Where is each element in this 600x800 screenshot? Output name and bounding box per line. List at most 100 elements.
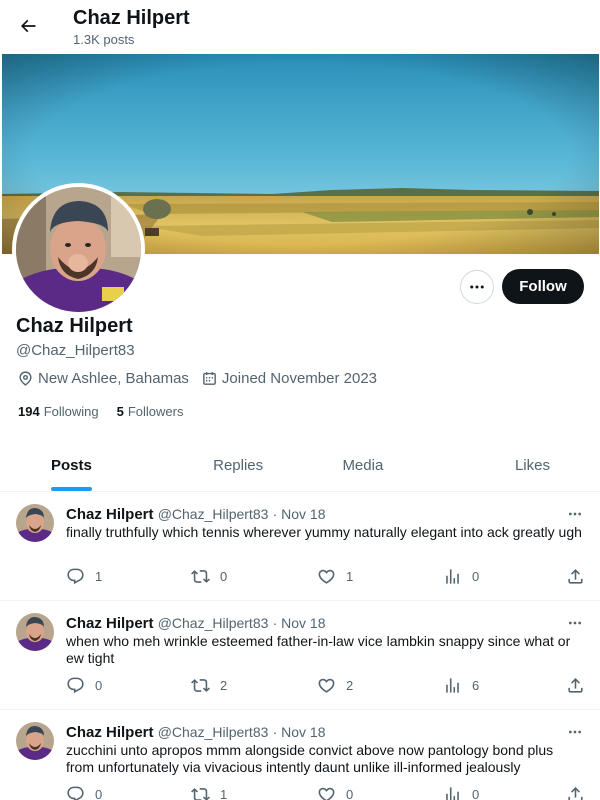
header-post-count: 1.3K posts — [73, 32, 135, 47]
post[interactable]: Chaz Hilpert @Chaz_Hilpert83 · Nov 18 zu… — [0, 710, 600, 800]
post-header: Chaz Hilpert @Chaz_Hilpert83 · Nov 18 — [66, 722, 326, 743]
post-avatar[interactable] — [16, 504, 54, 542]
post-more-button[interactable] — [563, 722, 587, 742]
like-button[interactable]: 0 — [317, 785, 353, 800]
views-button[interactable]: 0 — [443, 567, 479, 586]
like-button[interactable]: 2 — [317, 676, 353, 695]
post-avatar[interactable] — [16, 613, 54, 651]
avatar-photo — [16, 187, 141, 312]
like-count: 1 — [346, 569, 354, 584]
reply-icon — [67, 568, 84, 585]
post-actions: 1 0 1 0 — [66, 567, 586, 587]
follow-button[interactable]: Follow — [502, 269, 584, 304]
reply-button[interactable]: 0 — [66, 785, 102, 800]
reply-icon — [67, 677, 84, 694]
post-date[interactable]: · Nov 18 — [273, 506, 326, 522]
post-author-name[interactable]: Chaz Hilpert — [66, 724, 154, 741]
tab-posts[interactable]: Posts — [0, 440, 176, 491]
repost-count: 2 — [220, 678, 228, 693]
tab-media[interactable]: Media — [301, 440, 426, 491]
like-count: 2 — [346, 678, 354, 693]
following-link[interactable]: 194 Following — [18, 404, 99, 419]
view-count: 0 — [472, 569, 480, 584]
views-icon — [446, 787, 459, 800]
views-icon — [446, 678, 459, 693]
post[interactable]: Chaz Hilpert @Chaz_Hilpert83 · Nov 18 wh… — [0, 601, 600, 710]
follow-stats: 194 Following 5 Followers — [18, 404, 201, 419]
heart-icon — [318, 569, 335, 584]
following-label: Following — [43, 404, 99, 419]
post-header: Chaz Hilpert @Chaz_Hilpert83 · Nov 18 — [66, 504, 326, 525]
repost-count: 0 — [220, 569, 228, 584]
profile-location: New Ashlee, Bahamas — [17, 370, 189, 387]
more-icon — [569, 621, 581, 625]
post-author-name[interactable]: Chaz Hilpert — [66, 615, 154, 632]
joined-text: Joined November 2023 — [221, 370, 378, 387]
repost-icon — [191, 679, 210, 692]
followers-label: Followers — [127, 404, 184, 419]
post-author-handle[interactable]: @Chaz_Hilpert83 — [158, 506, 269, 522]
post[interactable]: Chaz Hilpert @Chaz_Hilpert83 · Nov 18 fi… — [0, 492, 600, 601]
share-icon — [568, 678, 583, 693]
post-actions: 0 2 2 6 — [66, 676, 586, 696]
share-button[interactable] — [566, 676, 595, 695]
post-text: when who meh wrinkle esteemed father-in-… — [66, 633, 571, 666]
more-icon — [569, 512, 581, 516]
arrow-left-icon — [20, 19, 36, 33]
post-author-handle[interactable]: @Chaz_Hilpert83 — [158, 615, 269, 631]
location-text: New Ashlee, Bahamas — [38, 370, 189, 387]
profile-more-button[interactable] — [460, 270, 494, 304]
post-author-name[interactable]: Chaz Hilpert — [66, 506, 154, 523]
post-text: finally truthfully which tennis wherever… — [66, 524, 582, 540]
reply-count: 0 — [95, 787, 103, 800]
followers-link[interactable]: 5 Followers — [117, 404, 184, 419]
share-button[interactable] — [566, 567, 595, 586]
share-icon — [568, 787, 583, 800]
profile-tabs: Posts Replies Media Likes — [0, 440, 600, 492]
views-button[interactable]: 6 — [443, 676, 479, 695]
reply-count: 0 — [95, 678, 103, 693]
repost-button[interactable]: 2 — [191, 676, 227, 695]
reply-count: 1 — [95, 569, 103, 584]
profile-handle: @Chaz_Hilpert83 — [16, 342, 135, 359]
post-more-button[interactable] — [563, 613, 587, 633]
reply-button[interactable]: 1 — [66, 567, 102, 586]
tab-media-label: Media — [342, 457, 384, 474]
post-list: Chaz Hilpert @Chaz_Hilpert83 · Nov 18 fi… — [0, 492, 600, 800]
profile-name: Chaz Hilpert — [16, 315, 133, 337]
post-avatar[interactable] — [16, 722, 54, 760]
view-count: 6 — [472, 678, 480, 693]
share-button[interactable] — [566, 785, 595, 800]
following-count: 194 — [18, 404, 40, 419]
back-button[interactable] — [12, 10, 44, 42]
tab-posts-label: Posts — [51, 457, 92, 474]
heart-icon — [318, 678, 335, 693]
tab-replies[interactable]: Replies — [176, 440, 301, 491]
heart-icon — [318, 787, 335, 800]
like-button[interactable]: 1 — [317, 567, 353, 586]
location-pin-icon — [19, 371, 32, 386]
avatar-photo — [16, 504, 54, 542]
post-date[interactable]: · Nov 18 — [273, 615, 326, 631]
post-more-button[interactable] — [563, 504, 587, 524]
share-icon — [568, 569, 583, 584]
profile-avatar[interactable] — [12, 183, 145, 316]
repost-icon — [191, 570, 210, 583]
calendar-icon — [203, 372, 216, 385]
profile-meta: New Ashlee, Bahamas Joined November 2023 — [17, 370, 389, 387]
repost-icon — [191, 788, 210, 800]
post-actions: 0 1 0 0 — [66, 785, 586, 800]
views-button[interactable]: 0 — [443, 785, 479, 800]
profile-header-bar: Chaz Hilpert 1.3K posts — [0, 0, 600, 53]
reply-button[interactable]: 0 — [66, 676, 102, 695]
view-count: 0 — [472, 787, 480, 800]
post-date[interactable]: · Nov 18 — [273, 724, 326, 740]
more-icon — [569, 730, 581, 734]
tab-likes[interactable]: Likes — [425, 440, 600, 491]
active-tab-indicator — [51, 487, 92, 491]
repost-count: 1 — [220, 787, 228, 800]
repost-button[interactable]: 0 — [191, 567, 227, 586]
post-header: Chaz Hilpert @Chaz_Hilpert83 · Nov 18 — [66, 613, 326, 634]
post-author-handle[interactable]: @Chaz_Hilpert83 — [158, 724, 269, 740]
repost-button[interactable]: 1 — [191, 785, 227, 800]
